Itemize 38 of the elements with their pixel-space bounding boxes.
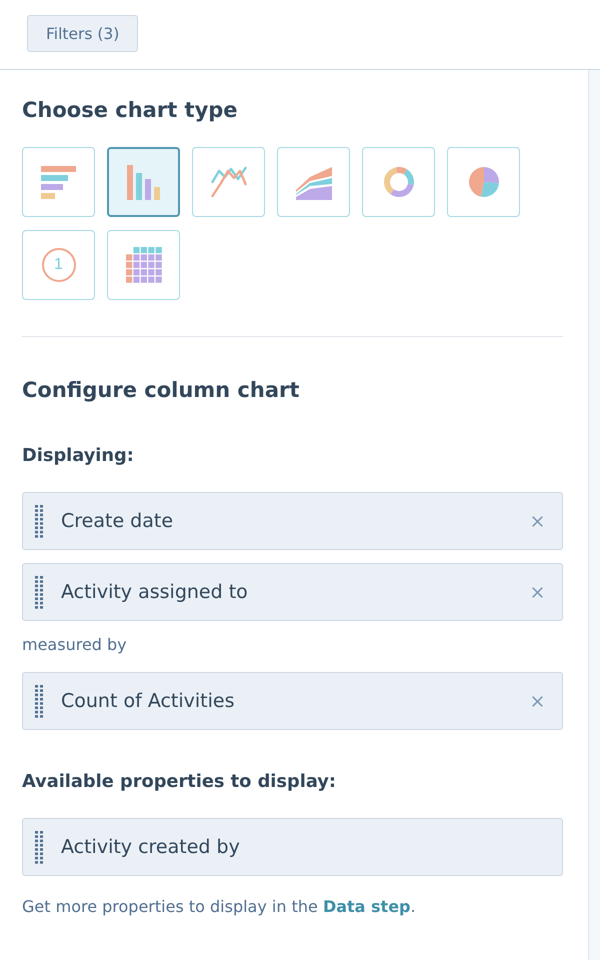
data-step-link[interactable]: Data step bbox=[322, 897, 411, 916]
close-icon[interactable] bbox=[532, 586, 543, 598]
group-note: measured by bbox=[22, 635, 128, 655]
line-chart-icon bbox=[210, 166, 246, 198]
drag-handle-icon bbox=[35, 576, 43, 608]
property-pill[interactable]: Activity assigned to bbox=[22, 563, 563, 621]
property-label: Count of Activities bbox=[61, 689, 236, 713]
close-icon[interactable] bbox=[532, 516, 543, 526]
heatmap-chart-icon bbox=[126, 247, 162, 283]
help-text: Get more properties to display in the Data step. bbox=[22, 897, 417, 917]
single-value-icon: 1 bbox=[42, 248, 76, 282]
column-chart-icon bbox=[127, 164, 160, 200]
property-label: Activity assigned to bbox=[61, 580, 249, 604]
chart-type-button[interactable] bbox=[277, 147, 350, 217]
property-label: Activity created by bbox=[61, 835, 241, 859]
horizontal-bar-chart-icon bbox=[41, 166, 76, 198]
chart-type-button[interactable] bbox=[447, 147, 520, 217]
pie-chart-icon bbox=[468, 167, 498, 197]
chart-type-button[interactable] bbox=[107, 230, 180, 300]
chart-type-button[interactable] bbox=[192, 147, 265, 217]
drag-handle-icon bbox=[35, 684, 43, 718]
chart-type-button[interactable] bbox=[362, 147, 435, 217]
group-label: Displaying: bbox=[22, 444, 135, 468]
donut-chart-icon bbox=[384, 167, 414, 197]
drag-handle-icon bbox=[35, 830, 43, 864]
section-title: Choose chart type bbox=[22, 97, 239, 124]
section-title: Configure column chart bbox=[22, 377, 300, 404]
drag-handle-icon bbox=[35, 504, 43, 538]
chart-type-button[interactable] bbox=[22, 147, 95, 217]
filters-button[interactable]: Filters (3) bbox=[27, 15, 138, 52]
group-label: Available properties to display: bbox=[22, 770, 337, 794]
property-pill[interactable]: Activity created by bbox=[22, 818, 563, 876]
close-icon[interactable] bbox=[532, 696, 543, 706]
property-pill[interactable]: Create date bbox=[22, 492, 563, 550]
property-pill[interactable]: Count of Activities bbox=[22, 672, 563, 730]
area-chart-icon bbox=[296, 164, 332, 200]
chart-type-button[interactable] bbox=[107, 147, 180, 217]
property-label: Create date bbox=[61, 509, 174, 533]
